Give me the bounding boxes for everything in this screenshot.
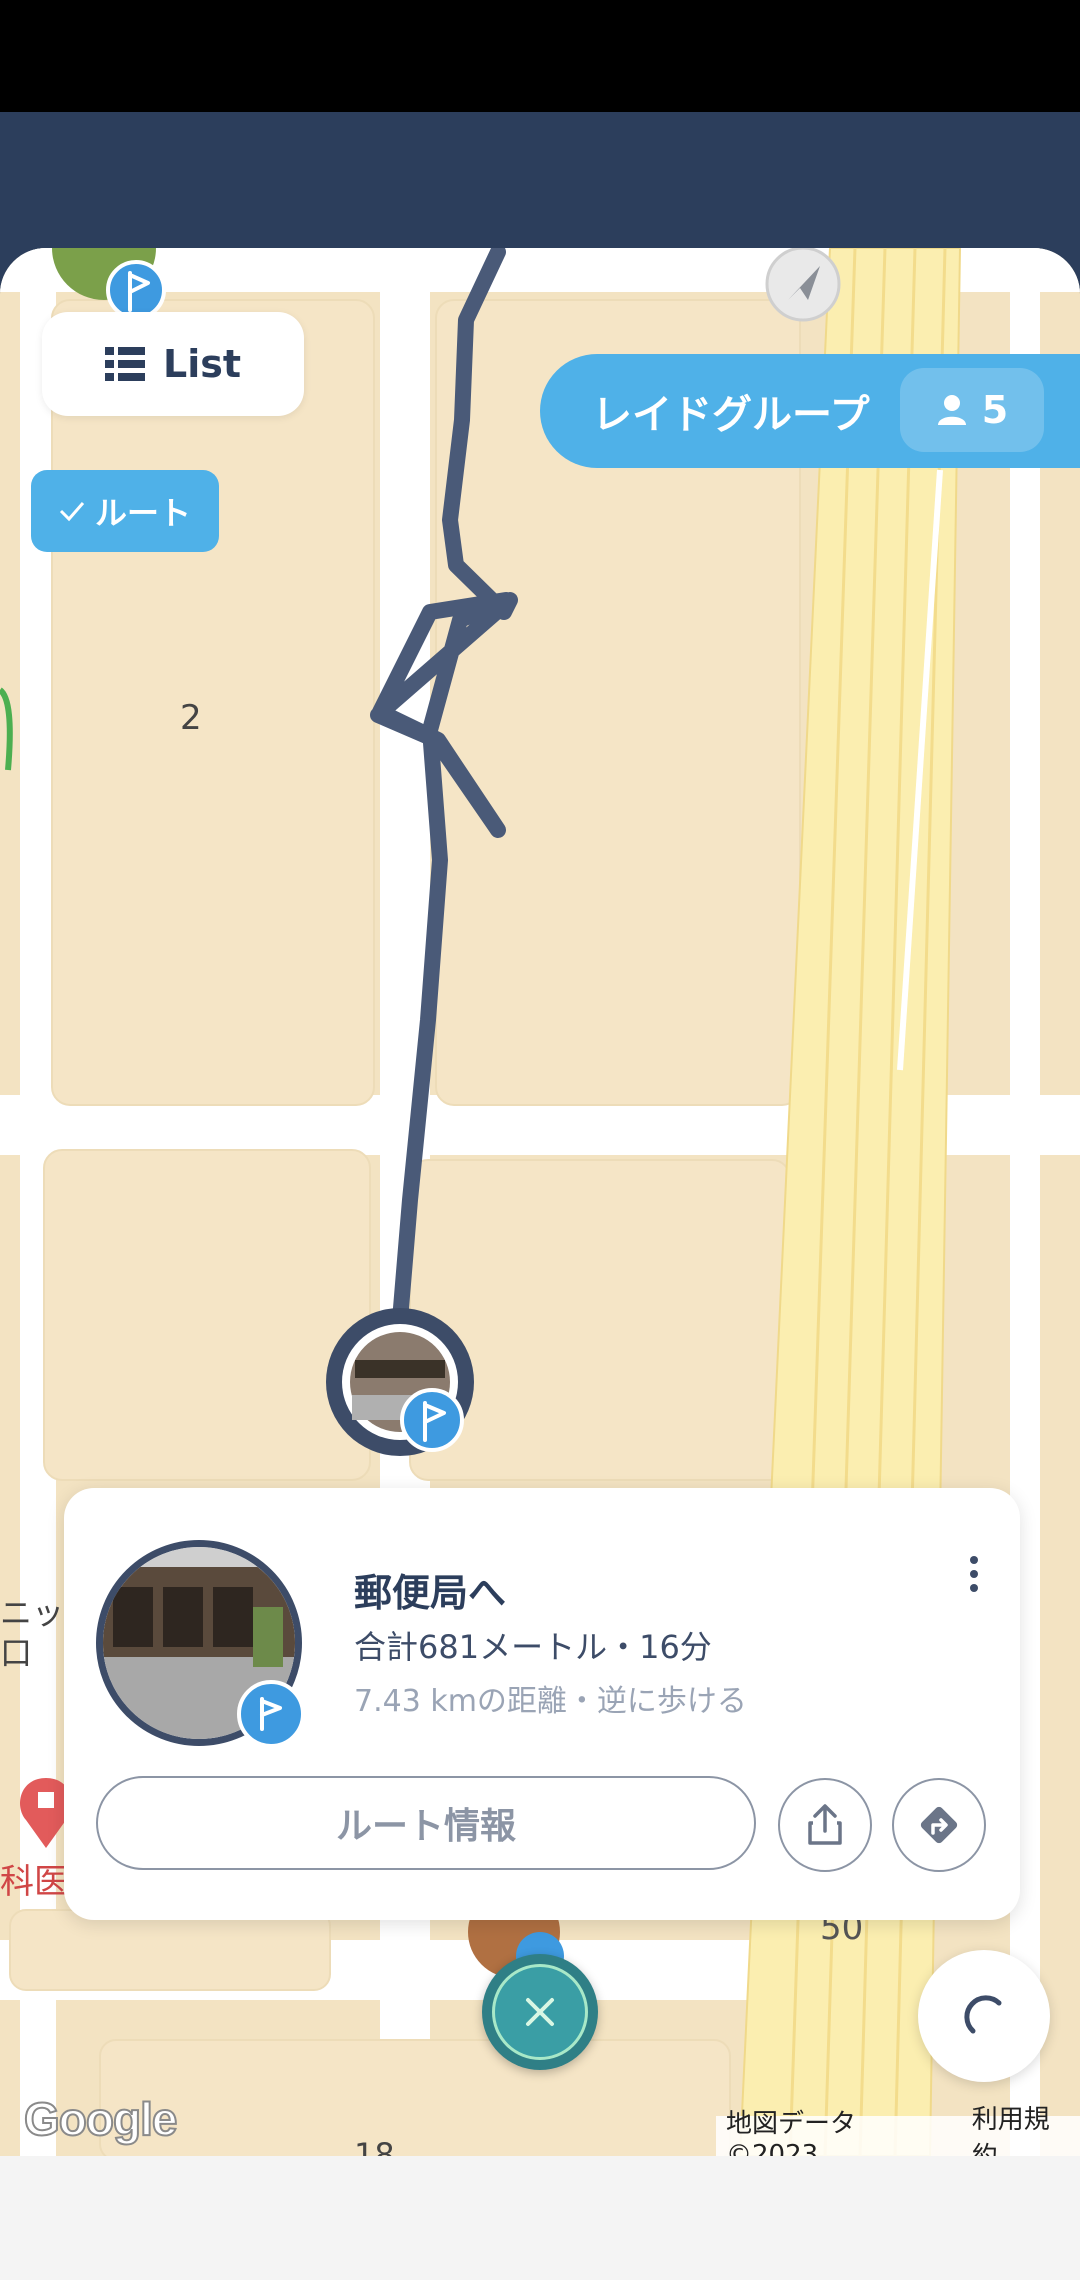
route-summary: 合計681メートル・16分 [354,1628,712,1666]
map-block-number: 2 [180,698,202,738]
route-info-button[interactable]: ルート情報 [96,1776,756,1870]
more-vert-icon[interactable] [954,1544,994,1604]
route-destination-title: 郵便局へ [354,1571,507,1615]
raid-group-count-badge: 5 [900,368,1044,452]
locate-button[interactable] [918,1950,1050,2082]
list-button[interactable]: List [42,312,304,416]
route-distance: 7.43 kmの距離・逆に歩ける [354,1684,747,1719]
close-icon [526,1998,554,2026]
check-icon [59,502,85,522]
share-icon [808,1804,842,1845]
list-button-label: List [162,342,242,386]
status-bar [0,0,1080,112]
raid-group-label: レイドグループ [592,392,870,438]
route-card[interactable]: 郵便局へ 合計681メートル・16分 7.43 kmの距離・逆に歩ける ルート情… [64,1488,1020,1920]
map-block-number: 18 [354,2136,395,2156]
map-place-label: 口 [0,1634,33,1672]
directions-button[interactable] [892,1778,986,1872]
route-chip-label: ルート [94,494,191,532]
share-button[interactable] [778,1778,872,1872]
google-logo: Google [23,2092,178,2146]
raid-group-button[interactable]: レイドグループ 5 [540,354,1080,468]
person-icon [937,395,966,425]
directions-icon [920,1806,958,1844]
flag-icon [237,1680,305,1748]
navigation-bar [0,2156,1080,2280]
raid-group-count: 5 [981,388,1009,432]
close-route-button[interactable] [482,1954,598,2070]
route-filter-chip[interactable]: ルート [31,470,219,552]
map-place-label: 科医 [0,1862,68,1902]
list-icon [104,347,145,381]
loading-spinner-icon [964,1995,1002,2034]
map-attribution: 地図データ ©2023 利用規約 [716,2105,1080,2172]
